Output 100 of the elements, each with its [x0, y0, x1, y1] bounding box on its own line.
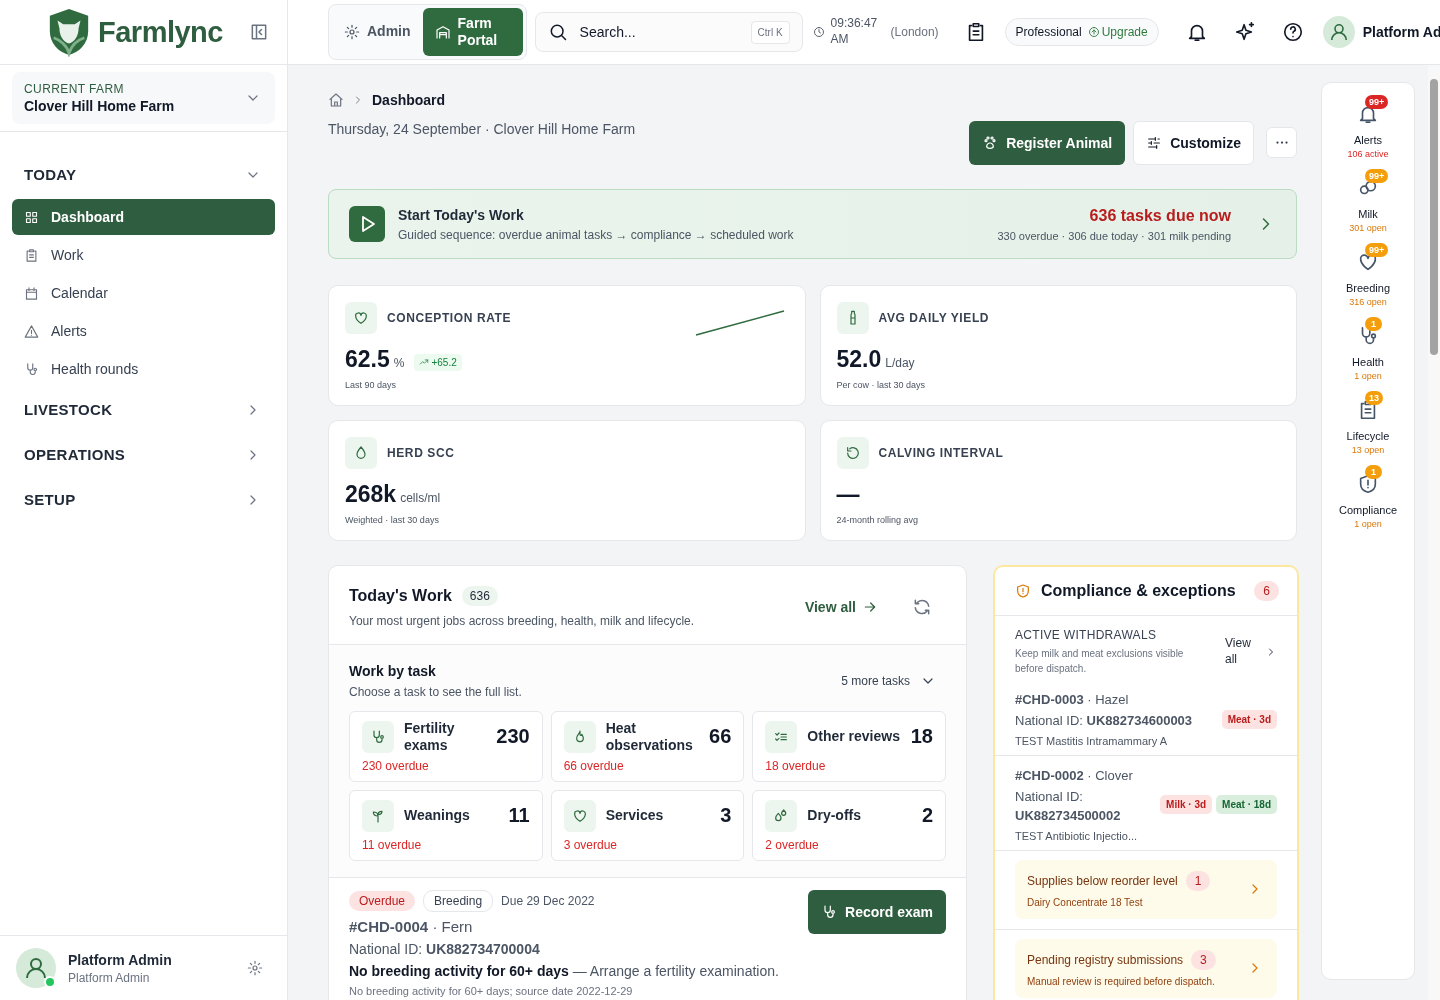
sparkle-icon — [1233, 21, 1256, 43]
plan-name: Professional — [1015, 25, 1082, 39]
clock-zone: (London) — [890, 25, 939, 39]
user-name: Platform Admin — [68, 951, 173, 968]
search-input[interactable]: Search... — [577, 23, 741, 41]
customize-button[interactable]: Customize — [1133, 121, 1254, 165]
record-exam-button[interactable]: Record exam — [808, 890, 946, 934]
kpi-value: 62.5 — [345, 346, 390, 373]
nav-section-header[interactable]: SETUP — [12, 479, 275, 520]
paw-icon — [982, 135, 999, 151]
rail-item[interactable]: 1 Health 1 open — [1326, 315, 1410, 381]
due-date: Due 29 Dec 2022 — [501, 894, 595, 908]
nav-item[interactable]: Alerts — [12, 313, 275, 349]
settings-icon — [247, 960, 263, 976]
rail-label: Alerts — [1353, 134, 1383, 146]
nav-item[interactable]: Health rounds — [12, 351, 275, 387]
start-work-banner[interactable]: Start Today's Work Guided sequence: overdue animal tasks → compliance → scheduled work 636 tasks due now 330 overdue · 306 due today · 301 milk pending — [328, 189, 1297, 259]
user-role: Platform Admin — [68, 970, 151, 985]
breadcrumb-item[interactable]: Dashboard — [372, 92, 446, 108]
card-title: Compliance & exceptions — [1041, 582, 1237, 600]
exception-item[interactable]: Pending registry submissions 3 Manual review is required before dispatch. — [1015, 938, 1277, 998]
sprout-icon — [362, 799, 394, 832]
more-tasks-toggle[interactable]: 5 more tasks — [841, 673, 936, 689]
scrollbar[interactable] — [1428, 65, 1440, 1000]
task-tile[interactable]: Weanings 11 11 overdue — [349, 790, 543, 861]
kpi-caption: 24-month rolling avg — [836, 515, 920, 525]
kpi-unit: L/day — [885, 356, 915, 370]
section-title: ACTIVE WITHDRAWALS — [1015, 628, 1158, 642]
upgrade-link[interactable]: Upgrade — [1087, 25, 1148, 39]
grid-icon — [24, 209, 39, 225]
section-title: Work by task — [349, 663, 437, 679]
rail-label: Breeding — [1345, 282, 1390, 294]
count-badge: 3 — [1191, 949, 1216, 970]
nav-section-header[interactable]: TODAY — [12, 154, 275, 195]
task-tile[interactable]: Services 3 3 overdue — [550, 790, 745, 861]
nav-section-header[interactable]: LIVESTOCK — [12, 389, 275, 430]
card-title: Today's Work — [349, 587, 452, 605]
help-icon — [1281, 21, 1304, 43]
kpi-label: HERD SCC — [387, 446, 455, 460]
rail-item[interactable]: 13 Lifecycle 13 open — [1326, 389, 1410, 455]
rail-status: 1 open — [1354, 371, 1382, 381]
nav-item[interactable]: Dashboard — [12, 199, 275, 235]
flame-icon — [563, 720, 596, 753]
rail-status: 316 open — [1349, 297, 1387, 307]
kpi-caption: Per cow · last 30 days — [836, 380, 927, 390]
barn-icon — [434, 24, 451, 40]
rail-item[interactable]: 99+ Milk 301 open — [1326, 167, 1410, 233]
gear-icon — [344, 24, 360, 40]
withdrawal-row[interactable]: #CHD-0002 · Clover National ID: UK882734500002 TEST Antibiotic Injectio... Milk · 3d Meat · 18d — [995, 755, 1297, 851]
banner-subtitle: Guided sequence: overdue animal tasks → compliance → scheduled work — [398, 227, 795, 242]
search-field[interactable]: Search... Ctrl K — [534, 12, 803, 52]
task-tile[interactable]: Heat observations 66 66 overdue — [550, 711, 745, 782]
task-tile[interactable]: Fertility exams 230 230 overdue — [349, 711, 543, 782]
count-badge: 636 — [461, 586, 498, 606]
heart-icon — [353, 310, 369, 326]
portal-tab[interactable]: Farm Portal — [422, 8, 523, 56]
banner-title: Start Today's Work — [398, 206, 525, 223]
kpi-label: AVG DAILY YIELD — [878, 311, 990, 325]
national-id: National ID: UK882734600003 — [1015, 712, 1194, 730]
exception-item[interactable]: Supplies below reorder level 1 Dairy Concentrate 18 Test — [1015, 859, 1277, 919]
view-all-link[interactable]: View all — [1225, 636, 1277, 668]
sliders-icon — [1146, 135, 1163, 151]
kpi-unit: cells/ml — [400, 491, 441, 505]
register-animal-button[interactable]: Register Animal — [969, 121, 1126, 165]
rotate-icon — [844, 445, 861, 461]
withdrawal-tag: Meat · 18d — [1216, 795, 1277, 814]
task-reason: No breeding activity for 60+ days — Arrange a fertility examination. — [349, 963, 780, 979]
nav-section-header[interactable]: OPERATIONS — [12, 434, 275, 475]
rail-item[interactable]: 1 Compliance 1 open — [1326, 463, 1410, 529]
more-icon — [1275, 141, 1288, 144]
exception-detail: Dairy Concentrate 18 Test — [1027, 896, 1144, 908]
farm-selector[interactable]: CURRENT FARM Clover Hill Home Farm — [12, 72, 275, 124]
task-tile[interactable]: Other reviews 18 18 overdue — [752, 711, 946, 782]
kpi-value: — — [836, 481, 860, 508]
national-id: National ID: UK882734700004 — [349, 941, 541, 957]
card-subtitle: Your most urgent jobs across breeding, health, milk and lifecycle. — [349, 614, 696, 628]
portal-tab[interactable]: Admin — [332, 8, 423, 56]
kpi-unit: % — [393, 356, 405, 370]
rail-item[interactable]: 99+ Alerts 106 active — [1326, 93, 1410, 159]
rail-item[interactable]: 99+ Breeding 316 open — [1326, 241, 1410, 307]
status-tag: Breeding — [423, 890, 494, 912]
rail-status: 13 open — [1351, 445, 1385, 455]
sidebar-collapse-icon — [249, 22, 269, 42]
calendar-icon — [24, 285, 39, 301]
user-menu[interactable]: Platform Ad — [1322, 16, 1440, 48]
nav-item[interactable]: Calendar — [12, 275, 275, 311]
exception-detail: Manual review is required before dispatch. — [1027, 975, 1216, 987]
treatment-name: TEST Mastitis Intramammary A — [1015, 734, 1168, 747]
rail-label: Health — [1352, 356, 1384, 368]
withdrawal-row[interactable]: #CHD-0003 · Hazel National ID: UK882734600003 TEST Mastitis Intramammary A Meat · 3d — [995, 680, 1297, 756]
view-all-link[interactable]: View all — [804, 599, 878, 615]
kpi-label: CALVING INTERVAL — [878, 446, 1004, 460]
nav-item[interactable]: Work — [12, 237, 275, 273]
task-tile[interactable]: Dry-offs 2 2 overdue — [752, 790, 946, 861]
rail-label: Milk — [1358, 208, 1378, 220]
checklist-icon — [765, 720, 798, 753]
count-badge: 99+ — [1365, 95, 1389, 109]
arrow-right-icon — [862, 599, 878, 615]
avatar-icon — [16, 948, 56, 988]
trend-badge: +65.2 — [414, 353, 462, 371]
